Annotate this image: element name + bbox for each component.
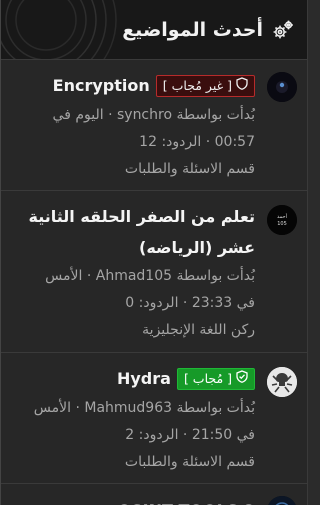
topic-item[interactable]: أحمد 105 تعلم من الصفر الحلقه الثانية عش…: [1, 191, 307, 353]
avatar[interactable]: [267, 496, 297, 505]
latest-topics-widget: أحدث المواضيع [ غير مُجاب ] Encryption ب…: [0, 0, 308, 505]
widget-header: أحدث المواضيع: [1, 0, 307, 60]
topic-title-link[interactable]: OSINT TOOLS 2: [118, 494, 256, 505]
status-badge: [ مُجاب ]: [176, 368, 255, 390]
topic-meta: بُدأت بواسطة Ahmad105 · الأمس: [45, 268, 255, 284]
topic-title-link[interactable]: Encryption: [53, 70, 150, 102]
topic-title-link[interactable]: Hydra: [117, 363, 171, 395]
topic-meta-time-replies: في 21:50 · الردود: 2: [125, 427, 255, 443]
widget-title: أحدث المواضيع: [122, 18, 263, 41]
status-badge-label: [ مُجاب ]: [183, 371, 232, 386]
topic-forum-link[interactable]: قسم الاسئلة والطلبات: [13, 156, 255, 183]
status-badge: [ غير مُجاب ]: [155, 75, 255, 97]
topic-meta-time-replies: 00:57 · الردود: 12: [139, 134, 255, 150]
topic-list: [ غير مُجاب ] Encryption بُدأت بواسطة sy…: [1, 60, 307, 505]
topic-forum-link[interactable]: قسم الاسئلة والطلبات: [13, 449, 255, 476]
shield-icon: [236, 77, 248, 95]
avatar[interactable]: أحمد 105: [267, 205, 297, 235]
svg-text:105: 105: [277, 221, 287, 227]
topic-meta-time-replies: في 23:33 · الردود: 0: [125, 295, 255, 311]
avatar[interactable]: [267, 72, 297, 102]
topic-title-link[interactable]: تعلم من الصفر الحلقه الثانية عشر (الرياض…: [13, 201, 255, 263]
topic-item[interactable]: [ مُجاب ] Hydra بُدأت بواسطة Mahmud963 ·…: [1, 353, 307, 484]
avatar[interactable]: [267, 367, 297, 397]
status-badge-label: [ غير مُجاب ]: [162, 78, 232, 93]
gears-icon: [271, 18, 295, 42]
topic-meta: بُدأت بواسطة Mahmud963 · الأمس: [33, 400, 255, 416]
topic-forum-link[interactable]: ركن اللغة الإنجليزية: [13, 317, 255, 344]
topic-item[interactable]: OSINT TOOLS 2: [1, 484, 307, 505]
topic-meta: بُدأت بواسطة synchro · اليوم في: [52, 107, 255, 123]
shield-check-icon: [236, 370, 248, 388]
avatar-text: أحمد: [277, 213, 288, 220]
topic-item[interactable]: [ غير مُجاب ] Encryption بُدأت بواسطة sy…: [1, 60, 307, 191]
header-decoration: [1, 0, 117, 59]
